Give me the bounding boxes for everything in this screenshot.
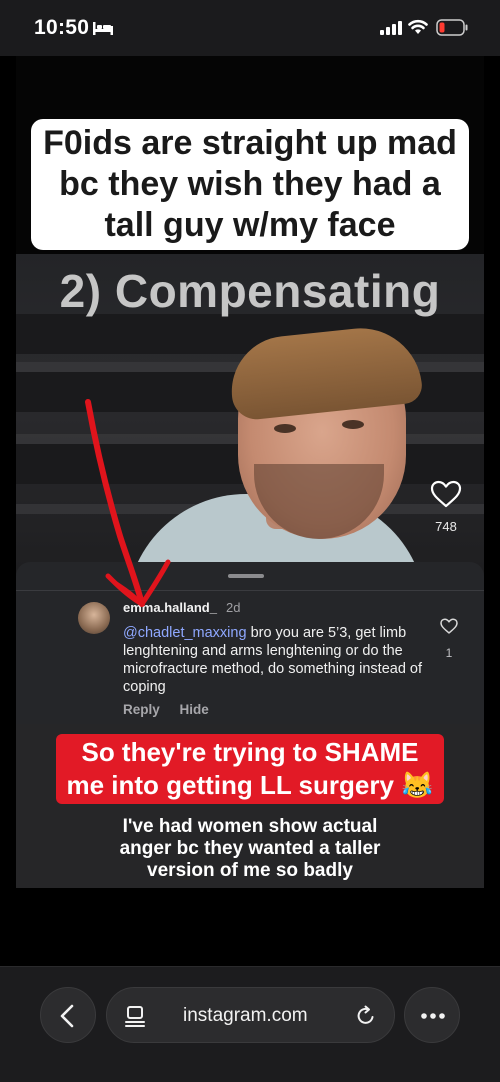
back-button[interactable]: [40, 987, 96, 1043]
shame-caption: So they're trying to SHAME me into getti…: [16, 734, 484, 804]
reload-icon[interactable]: [355, 1005, 377, 1027]
wifi-icon: [408, 19, 428, 34]
comment-time: 2d: [226, 600, 241, 615]
like-count: 748: [435, 519, 457, 534]
video-frame-photo: 2) Compensating: [16, 254, 484, 584]
reel-video[interactable]: 2) Compensating F0ids are straight up ma…: [16, 56, 484, 888]
overlay-title: 2) Compensating: [59, 265, 441, 317]
sleep-bed-icon: [93, 22, 113, 35]
browser-toolbar: instagram.com: [0, 966, 500, 1082]
shame-caption-line: So they're trying to SHAME: [81, 737, 419, 767]
caption-line: bc they wish they had a: [59, 165, 441, 203]
status-time: 10:50: [34, 16, 90, 39]
status-bar: 10:50: [0, 0, 500, 56]
heart-icon[interactable]: [430, 480, 462, 508]
comment-mention[interactable]: @chadlet_maxxing: [123, 625, 247, 641]
comment-actions: Reply Hide: [123, 702, 225, 717]
commenter-avatar[interactable]: [78, 602, 110, 634]
comment-text: @chadlet_maxxing bro you are 5’3, get li…: [123, 624, 423, 696]
cellular-signal-icon: [380, 21, 402, 35]
comment-like-count: 1: [445, 646, 453, 660]
comment-username[interactable]: emma.halland_: [123, 600, 217, 615]
battery-low-icon: [436, 19, 468, 36]
reader-mode-icon[interactable]: [125, 1005, 145, 1027]
caption-line: tall guy w/my face: [104, 206, 396, 244]
sub-caption-line: version of me so badly: [147, 860, 353, 881]
comment-heart-icon[interactable]: [440, 618, 458, 634]
url-text[interactable]: instagram.com: [183, 1005, 308, 1027]
caption-line: F0ids are straight up mad: [43, 124, 457, 162]
address-bar[interactable]: instagram.com: [106, 987, 395, 1043]
hide-button[interactable]: Hide: [180, 702, 209, 717]
more-options-button[interactable]: [404, 987, 460, 1043]
reply-button[interactable]: Reply: [123, 702, 160, 717]
sub-caption: I've had women show actual anger bc they…: [16, 816, 484, 882]
ellipsis-icon: [421, 1013, 445, 1019]
video-caption: F0ids are straight up mad bc they wish t…: [16, 119, 484, 250]
sub-caption-line: I've had women show actual: [122, 816, 378, 837]
chevron-left-icon: [60, 1004, 74, 1028]
sheet-drag-handle[interactable]: [228, 574, 264, 578]
comment-sheet: emma.halland_ 2d @chadlet_maxxing bro yo…: [16, 562, 484, 724]
shame-caption-line: me into getting LL surgery 😹: [66, 770, 434, 800]
sub-caption-line: anger bc they wanted a taller: [119, 838, 381, 859]
